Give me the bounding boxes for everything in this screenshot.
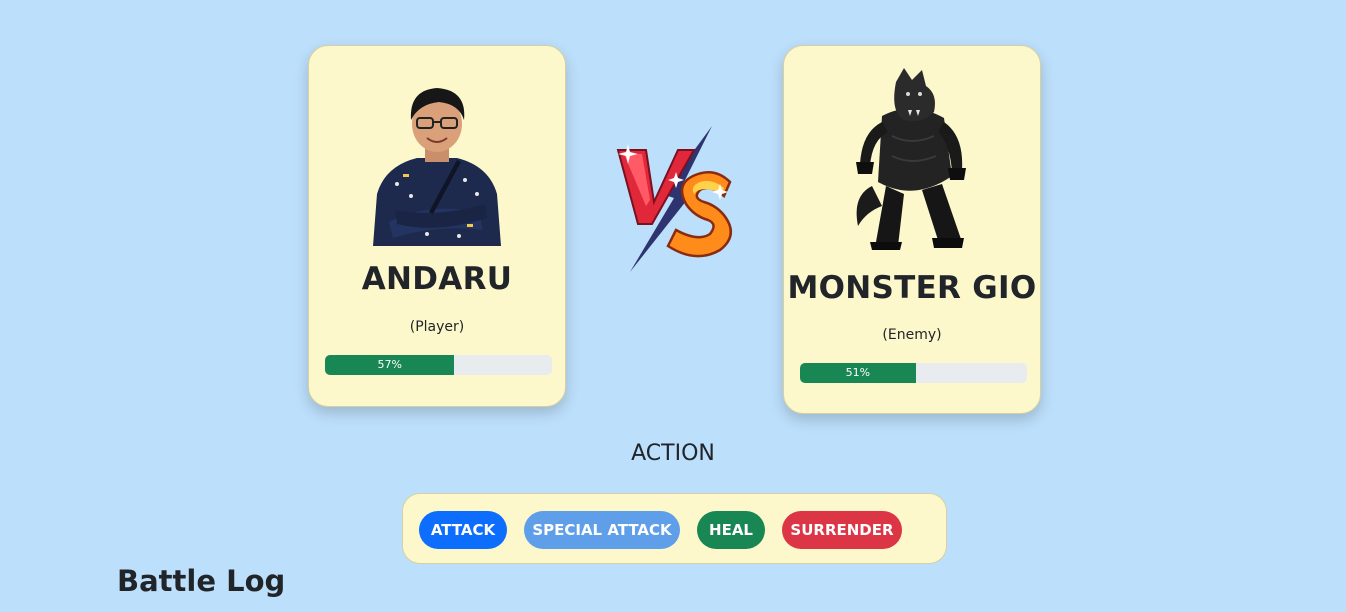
surrender-button[interactable]: SURRENDER [782,511,902,549]
action-bar: ATTACK SPECIAL ATTACK HEAL SURRENDER [402,493,947,564]
enemy-role: (Enemy) [882,327,942,343]
enemy-card: MONSTER GIO (Enemy) 51% [783,45,1041,414]
player-name: ANDARU [361,261,513,297]
player-role: (Player) [409,319,465,335]
action-title: ACTION [631,441,715,466]
player-health-fill: 57% [325,355,455,375]
enemy-health-bar: 51% [800,363,1027,383]
attack-button[interactable]: ATTACK [419,511,507,549]
vs-icon [616,126,733,272]
player-card: ANDARU (Player) 57% [308,45,566,407]
game-stage: ANDARU (Player) 57% MONSTER GIO (Enemy) … [0,0,1346,612]
player-portrait [373,88,501,246]
enemy-portrait [856,68,966,250]
enemy-name: MONSTER GIO [787,270,1037,306]
enemy-health-fill: 51% [800,363,916,383]
player-health-bar: 57% [325,355,552,375]
special-attack-button[interactable]: SPECIAL ATTACK [524,511,680,549]
battle-log-title: Battle Log [117,564,286,598]
heal-button[interactable]: HEAL [697,511,765,549]
